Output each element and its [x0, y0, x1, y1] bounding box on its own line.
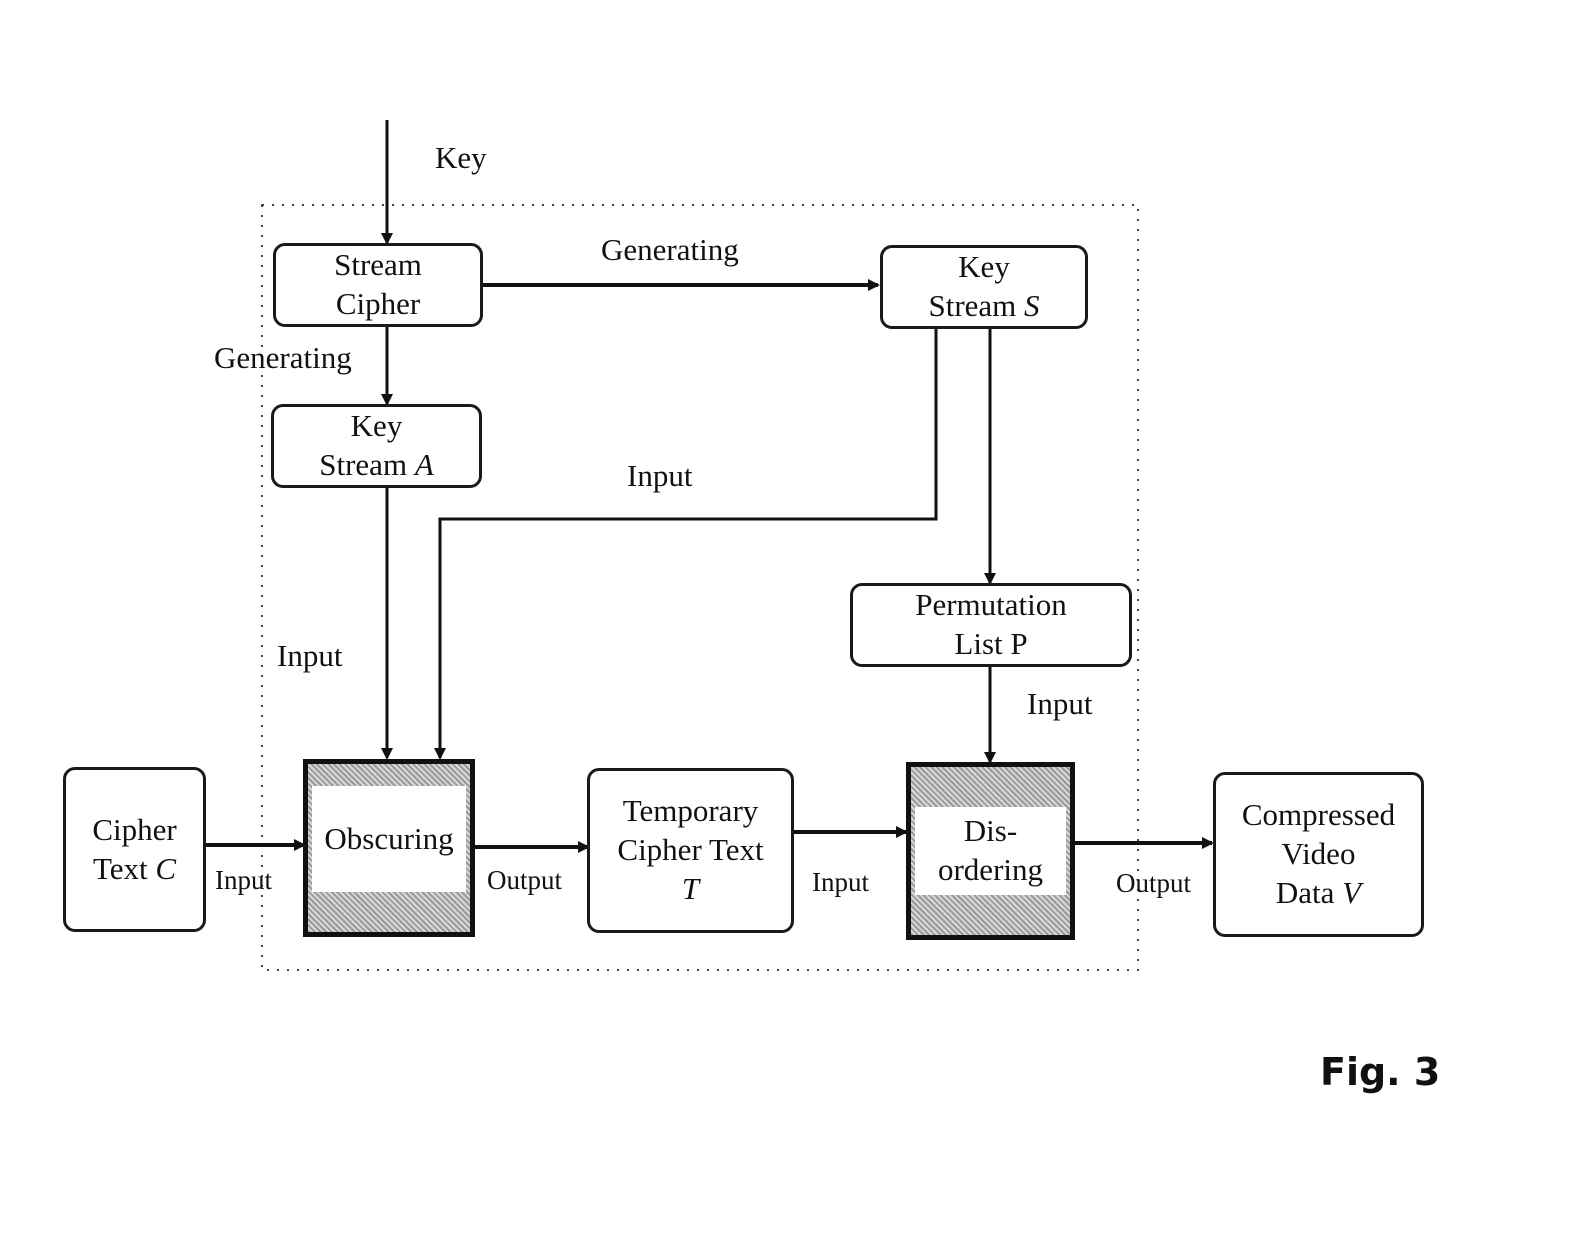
stream-cipher-line2: Cipher [335, 286, 421, 321]
cipher-text-box: Cipher Text C [63, 767, 206, 932]
permutation-line2: List P [954, 626, 1028, 661]
arrow-key-stream-s-to-obscuring [434, 328, 938, 760]
compressed-line3: Data V [1276, 874, 1361, 913]
compressed-word: Data [1275, 874, 1335, 910]
disordering-line2: ordering [937, 852, 1044, 887]
temporary-cipher-text-box: Temporary Cipher Text T [587, 768, 794, 933]
compressed-var: V [1342, 874, 1362, 910]
key-stream-a-line1: Key [350, 408, 403, 444]
label-generating-top: Generating [601, 232, 739, 267]
cipher-text-word: Text [92, 850, 148, 886]
temporary-line1: Temporary [622, 793, 759, 829]
label-input-cipher: Input [215, 865, 272, 895]
label-input-right: Input [1027, 686, 1093, 721]
stream-cipher-line1: Stream [334, 247, 422, 283]
label-input-left: Input [277, 638, 343, 673]
cipher-text-line2: Text C [93, 850, 176, 889]
obscuring-process: Obscuring [303, 759, 475, 937]
cipher-text-line1: Cipher [92, 811, 177, 847]
compressed-video-box: Compressed Video Data V [1213, 772, 1424, 937]
key-stream-s-box: Key Stream S [880, 245, 1088, 329]
disordering-inner: Dis- ordering [915, 807, 1066, 895]
key-stream-a-word: Stream [319, 447, 408, 482]
temporary-line2: Cipher Text [617, 832, 764, 868]
key-stream-a-box: Key Stream A [271, 404, 482, 488]
compressed-line1: Compressed [1241, 797, 1396, 833]
permutation-list-box: Permutation List P [850, 583, 1132, 667]
stream-cipher-box: Stream Cipher [273, 243, 483, 327]
temporary-var: T [681, 870, 700, 906]
disordering-line1: Dis- [963, 813, 1018, 849]
key-stream-s-word: Stream [928, 288, 1017, 323]
key-stream-a-line2: Stream A [319, 446, 434, 485]
key-stream-s-line1: Key [958, 249, 1010, 285]
label-output-disordering: Output [1116, 868, 1192, 898]
label-key: Key [435, 140, 487, 175]
disordering-process: Dis- ordering [906, 762, 1075, 940]
figure-label: Fig. 3 [1320, 1050, 1441, 1094]
key-stream-a-var: A [414, 447, 434, 482]
compressed-line2: Video [1281, 836, 1356, 872]
label-input-middle: Input [627, 458, 693, 493]
label-input-temporary: Input [812, 867, 869, 897]
key-stream-s-var: S [1024, 288, 1040, 323]
key-stream-s-line2: Stream S [928, 287, 1039, 326]
permutation-line1: Permutation [915, 587, 1067, 623]
obscuring-inner: Obscuring [312, 786, 466, 892]
obscuring-label: Obscuring [324, 820, 454, 856]
label-output-obscuring: Output [487, 865, 563, 895]
cipher-text-var: C [155, 850, 177, 886]
label-generating-left: Generating [214, 340, 352, 375]
